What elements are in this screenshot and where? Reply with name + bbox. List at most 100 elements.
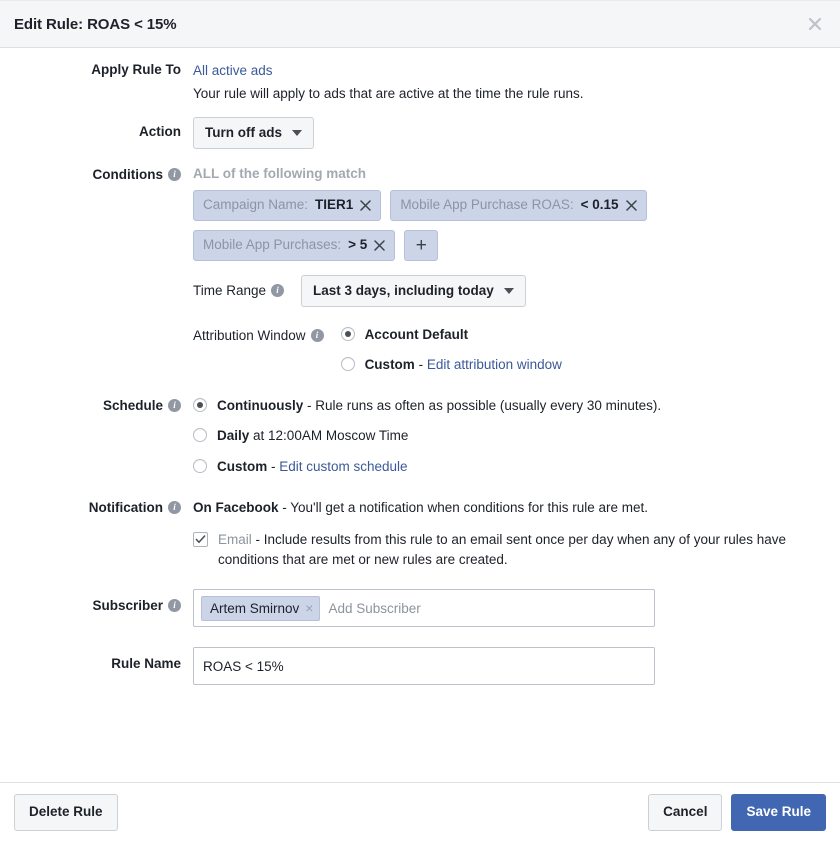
action-label: Action <box>0 117 193 139</box>
schedule-option-sep: - <box>267 459 279 474</box>
rule-name-input[interactable]: ROAS < 15% <box>193 647 655 685</box>
field-action: Action Turn off ads <box>0 117 840 149</box>
conditions-tag-list: Campaign Name: TIER1 Mobile App Purchase… <box>193 190 703 260</box>
info-icon[interactable]: i <box>168 399 181 412</box>
dialog-body: Apply Rule To All active ads Your rule w… <box>0 48 840 783</box>
schedule-label-text: Schedule <box>103 398 163 413</box>
dialog-title: Edit Rule: ROAS < 15% <box>14 16 177 33</box>
chevron-down-icon <box>292 130 302 136</box>
info-icon[interactable]: i <box>168 599 181 612</box>
radio-custom-attribution[interactable] <box>341 357 355 371</box>
close-icon[interactable] <box>804 13 826 35</box>
action-label-text: Action <box>139 124 181 139</box>
conditions-label-text: Conditions <box>93 167 164 182</box>
rule-name-value: ROAS < 15% <box>201 659 284 674</box>
conditions-label: Conditions i <box>0 166 193 182</box>
attribution-window-options: Account Default Custom - Edit attributio… <box>341 325 562 375</box>
condition-value: > 5 <box>348 237 367 253</box>
notification-label: Notification i <box>0 498 193 515</box>
time-range-select-value: Last 3 days, including today <box>313 283 494 299</box>
cancel-button[interactable]: Cancel <box>648 794 722 830</box>
edit-custom-schedule-link[interactable]: Edit custom schedule <box>279 459 407 474</box>
notification-email-desc: - Include results from this rule to an e… <box>218 532 786 567</box>
attribution-window-label-text: Attribution Window <box>193 328 306 343</box>
attribution-option-account-default[interactable]: Account Default <box>341 325 562 345</box>
condition-key: Mobile App Purchase ROAS: <box>400 197 573 213</box>
schedule-options: Continuously - Rule runs as often as pos… <box>193 396 840 477</box>
remove-condition-icon[interactable] <box>374 240 385 251</box>
schedule-option-desc: - Rule runs as often as possible (usuall… <box>303 398 661 413</box>
subscriber-placeholder: Add Subscriber <box>320 601 420 616</box>
condition-tag[interactable]: Mobile App Purchase ROAS: < 0.15 <box>390 190 646 220</box>
subscriber-chip-label: Artem Smirnov <box>210 600 299 618</box>
field-conditions: Conditions i ALL of the following match … <box>0 166 840 260</box>
action-select-value: Turn off ads <box>205 125 282 141</box>
attribution-option-custom[interactable]: Custom - Edit attribution window <box>341 355 562 375</box>
condition-tag[interactable]: Campaign Name: TIER1 <box>193 190 381 220</box>
notification-facebook-row: On Facebook - You'll get a notification … <box>193 498 819 518</box>
schedule-option-continuously[interactable]: Continuously - Rule runs as often as pos… <box>193 396 826 416</box>
rule-name-label-text: Rule Name <box>111 656 181 671</box>
edit-attribution-window-link[interactable]: Edit attribution window <box>427 357 562 372</box>
schedule-label: Schedule i <box>0 396 193 413</box>
info-icon[interactable]: i <box>311 329 324 342</box>
schedule-option-label: Daily <box>217 428 249 443</box>
field-rule-name: Rule Name ROAS < 15% <box>0 647 840 685</box>
radio-account-default[interactable] <box>341 327 355 341</box>
all-active-ads-link[interactable]: All active ads <box>193 63 273 78</box>
condition-key: Mobile App Purchases: <box>203 237 341 253</box>
conditions-heading: ALL of the following match <box>193 166 826 181</box>
checkbox-email[interactable] <box>193 532 208 547</box>
field-time-range: Time Range i Last 3 days, including toda… <box>0 275 840 307</box>
dialog-footer: Delete Rule Cancel Save Rule <box>0 782 840 842</box>
notification-email-row[interactable]: Email - Include results from this rule t… <box>193 530 819 569</box>
add-condition-button[interactable]: + <box>404 230 438 261</box>
condition-tag[interactable]: Mobile App Purchases: > 5 <box>193 230 395 261</box>
field-subscriber: Subscriber i Artem Smirnov × Add Subscri… <box>0 589 840 627</box>
field-attribution-window: Attribution Window i Account Default Cus… <box>0 325 840 375</box>
apply-rule-to-label-text: Apply Rule To <box>91 62 181 77</box>
attribution-window-label: Attribution Window i <box>193 325 324 343</box>
apply-rule-to-label: Apply Rule To <box>0 62 193 77</box>
notification-facebook-label: On Facebook <box>193 500 279 515</box>
time-range-select[interactable]: Last 3 days, including today <box>301 275 526 307</box>
schedule-option-daily[interactable]: Daily at 12:00AM Moscow Time <box>193 426 826 446</box>
action-select[interactable]: Turn off ads <box>193 117 314 149</box>
rule-name-label: Rule Name <box>0 647 193 671</box>
subscriber-label-text: Subscriber <box>92 598 163 613</box>
remove-condition-icon[interactable] <box>360 200 371 211</box>
info-icon[interactable]: i <box>168 168 181 181</box>
plus-icon: + <box>416 236 427 255</box>
condition-value: < 0.15 <box>581 197 619 213</box>
subscriber-input[interactable]: Artem Smirnov × Add Subscriber <box>193 589 655 627</box>
schedule-option-label: Custom <box>217 459 267 474</box>
info-icon[interactable]: i <box>168 501 181 514</box>
remove-subscriber-icon[interactable]: × <box>305 601 313 615</box>
notification-facebook-desc: - You'll get a notification when conditi… <box>279 500 649 515</box>
condition-value: TIER1 <box>315 197 353 213</box>
attribution-option-label: Custom <box>365 357 415 372</box>
dialog-titlebar: Edit Rule: ROAS < 15% <box>0 0 840 48</box>
radio-custom-schedule[interactable] <box>193 459 207 473</box>
notification-email-label: Email <box>218 532 252 547</box>
radio-daily[interactable] <box>193 428 207 442</box>
schedule-option-label: Continuously <box>217 398 303 413</box>
attribution-option-sep: - <box>415 357 427 372</box>
subscriber-label: Subscriber i <box>0 589 193 613</box>
apply-rule-to-helper: Your rule will apply to ads that are act… <box>193 85 826 103</box>
time-range-label-text: Time Range <box>193 283 266 298</box>
attribution-option-label: Account Default <box>365 327 469 342</box>
notification-label-text: Notification <box>89 500 163 515</box>
save-rule-button[interactable]: Save Rule <box>731 794 826 830</box>
schedule-option-custom[interactable]: Custom - Edit custom schedule <box>193 457 826 477</box>
radio-continuously[interactable] <box>193 398 207 412</box>
subscriber-chip[interactable]: Artem Smirnov × <box>201 596 320 622</box>
field-notification: Notification i On Facebook - You'll get … <box>0 498 840 570</box>
info-icon[interactable]: i <box>271 284 284 297</box>
field-apply-rule-to: Apply Rule To All active ads Your rule w… <box>0 62 840 103</box>
remove-condition-icon[interactable] <box>626 200 637 211</box>
schedule-option-desc: at 12:00AM Moscow Time <box>249 428 408 443</box>
time-range-label: Time Range i <box>193 283 284 298</box>
delete-rule-button[interactable]: Delete Rule <box>14 794 118 830</box>
field-schedule: Schedule i Continuously - Rule runs as o… <box>0 396 840 477</box>
